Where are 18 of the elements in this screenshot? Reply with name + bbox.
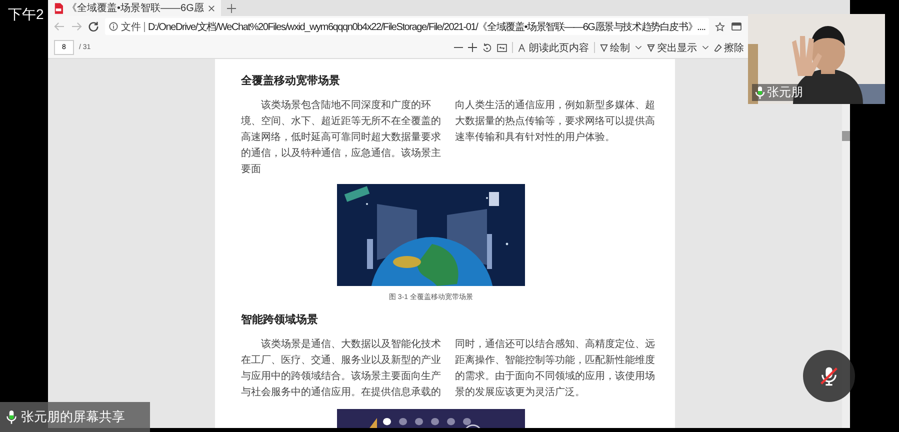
tab-title: 《全域覆盖•场景智联——6G愿 — [67, 2, 204, 15]
highlight-button[interactable]: 突出显示 — [647, 40, 697, 54]
paragraph: 向人类生活的通信应用，例如新型多媒体、超大数据量的热点传输等，要求网络可以提供高速率传输和具有针对性的用户体验。 — [455, 98, 656, 145]
paragraph: 该类场景包含陆地不同深度和广度的环境、空间、水下、超近距等无所不在全覆盖的高速网络，低时延高可靠同时超大数据量要求的通信，以及特种通信，应急通信。该场景主要面 — [241, 98, 442, 177]
share-label-text: 张元朋的屏幕共享 — [21, 408, 125, 426]
paragraph: 同时，通信还可以结合感知、高精度定位、远距离操作、智能控制等功能，匹配新性能维度的需求。由于面向不同领域的应用，该使用场景的发展应该更为灵活广泛。 — [455, 338, 656, 400]
erase-button[interactable]: 擦除 — [714, 40, 744, 54]
browser-tab[interactable]: 《全域覆盖•场景智联——6G愿 — [48, 0, 221, 16]
section-heading: 智能跨领域场景 — [241, 312, 319, 327]
draw-button[interactable]: 绘制 — [600, 40, 630, 54]
clock-time: 下午2 — [8, 6, 44, 24]
address-bar[interactable]: 文件 D:/OneDrive/文档/WeChat%20Files/wxid_wym6qqqn0b4x22/FileStorage/File/2021-01/《全域覆盖•场景智联——6G愿景与技术趋势白皮书》.... — [105, 18, 710, 35]
file-label: 文件 — [121, 20, 141, 34]
url-text: D:/OneDrive/文档/WeChat%20Files/wxid_wym6qqqn0b4x22/FileStorage/File/2021-01/《全域覆盖•场景智联——6G愿景与技术趋势白皮书》.... — [148, 20, 706, 34]
read-aloud-button[interactable]: 朗读此页内容 — [518, 40, 589, 54]
participant-name: 张元朋 — [767, 84, 803, 101]
section-heading: 全覆盖移动宽带场景 — [241, 73, 341, 88]
paragraph: 该类场景是通信、大数据以及智能化技术在工厂、医疗、交通、服务业以及新型的产业与应用中的跨领域结合。该场景主要面向生产与社会服务中的通信应用。在提供信息承载的 — [241, 338, 442, 400]
